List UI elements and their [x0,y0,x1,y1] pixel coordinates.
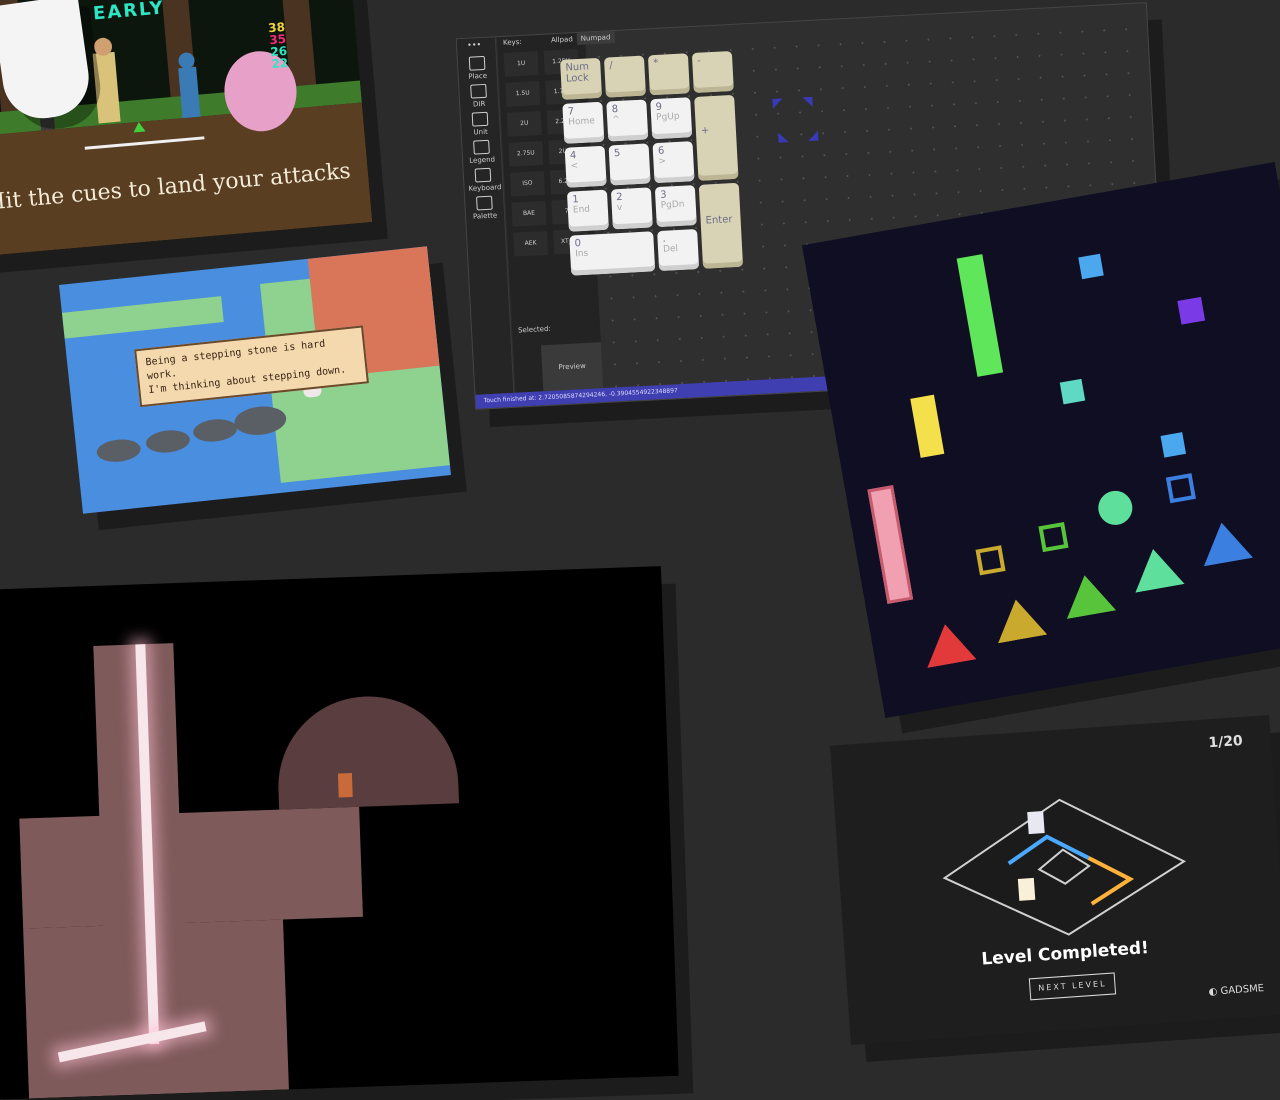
gem-icon [133,121,146,133]
falling-block [956,254,1004,377]
key-4[interactable]: 4 < [564,145,607,188]
key-size-option[interactable]: 2U [506,111,542,137]
key-enter[interactable]: Enter [698,182,744,269]
score-value: 22 [270,55,289,72]
tool-label: Unit [473,127,489,137]
level-counter: 1/20 [1207,732,1244,752]
brand-logo: ◐ GADSME [1208,983,1265,998]
layout-tabs: Allpad Numpad [547,31,615,47]
invader-ship [1060,571,1116,619]
key-plus[interactable]: + [694,94,739,181]
orb-block [1095,488,1136,528]
tool-legend[interactable]: Legend [466,139,497,165]
tab-allpad[interactable]: Allpad [547,33,577,47]
menu-dots-icon[interactable]: ••• [467,40,482,50]
tool-dir[interactable]: DIR [463,83,494,109]
stepping-stone [192,417,239,444]
light-puzzle-game-screenshot: 1/20 Level Completed! NEXT LEVEL ◐ GADSM… [830,715,1280,1045]
tool-label: Place [468,71,488,81]
key-1[interactable]: 1 End [566,189,609,232]
falling-block [867,485,914,604]
space-invaders-game-screenshot [801,161,1280,719]
key-size-option[interactable]: 1.5U [505,81,541,107]
tool-palette[interactable]: Palette [469,195,500,221]
ring-block [1038,522,1069,553]
tool-place[interactable]: Place [462,55,493,82]
rpg-game-screenshot: Being a stepping stone is hard work. I'm… [58,246,452,514]
ring-block [1165,473,1196,504]
tool-unit[interactable]: Unit [465,111,496,137]
key-2[interactable]: 2v [610,187,653,230]
keys-header: Keys: [502,37,522,47]
key-size-option[interactable]: 1U [503,51,539,77]
key-size-option[interactable]: BAE [511,200,547,227]
timing-label: EARLY [92,0,166,25]
grass-ledge [61,296,224,339]
invader-ship [920,620,976,668]
pixel-block [1059,378,1086,405]
key-6[interactable]: 6 > [652,141,695,184]
puzzle-board [942,798,1187,936]
selection-handles[interactable] [772,96,819,153]
invader-ship [1128,545,1184,593]
palette-icon [476,195,493,211]
preview-button[interactable]: Preview [540,342,604,392]
stepping-stone [144,428,191,455]
pixel-block [1177,296,1206,325]
tool-label: DIR [472,99,486,109]
invader-ship [1197,518,1253,566]
key-size-option[interactable]: ISO [509,170,546,197]
direction-icon [470,83,487,99]
stepping-stone [95,437,142,464]
cave-dome [275,693,460,810]
key-multiply[interactable]: * [647,53,690,96]
key-decimal[interactable]: . Del [657,228,700,272]
tab-numpad[interactable]: Numpad [576,31,615,46]
keyboard-icon [474,167,492,183]
key-num-lock[interactable]: Num Lock [560,57,603,100]
key-size-option[interactable]: 2.75U [508,140,544,167]
tool-keyboard[interactable]: Keyboard [468,167,502,193]
key-9[interactable]: 9 PgUp [650,97,693,140]
tool-label: Keyboard [468,183,502,193]
next-level-button[interactable]: NEXT LEVEL [1028,972,1117,1001]
selected-label: Selected: [517,324,551,335]
key-8[interactable]: 8 ^ [606,99,649,142]
key-0[interactable]: 0 Ins [569,231,656,276]
key-3[interactable]: 3 PgDn [654,185,697,228]
tool-label: Palette [472,211,498,221]
crosshair-icon [468,55,486,71]
key-divide[interactable]: / [603,55,646,98]
key-minus[interactable]: - [691,50,734,93]
falling-block [910,394,945,458]
player-character [337,773,353,798]
triangle-icon [471,111,489,127]
cave-platformer-screenshot [0,566,679,1100]
legend-icon [473,139,490,155]
pixel-block [1160,432,1187,458]
stone-ledge [19,806,363,929]
ring-block [975,545,1006,576]
key-size-option[interactable]: AEK [512,230,549,257]
invader-ship [991,595,1047,643]
key-5[interactable]: 5 [608,143,651,186]
key-7[interactable]: 7 Home [562,101,605,144]
pixel-block [1078,253,1104,280]
tool-label: Legend [469,155,496,165]
